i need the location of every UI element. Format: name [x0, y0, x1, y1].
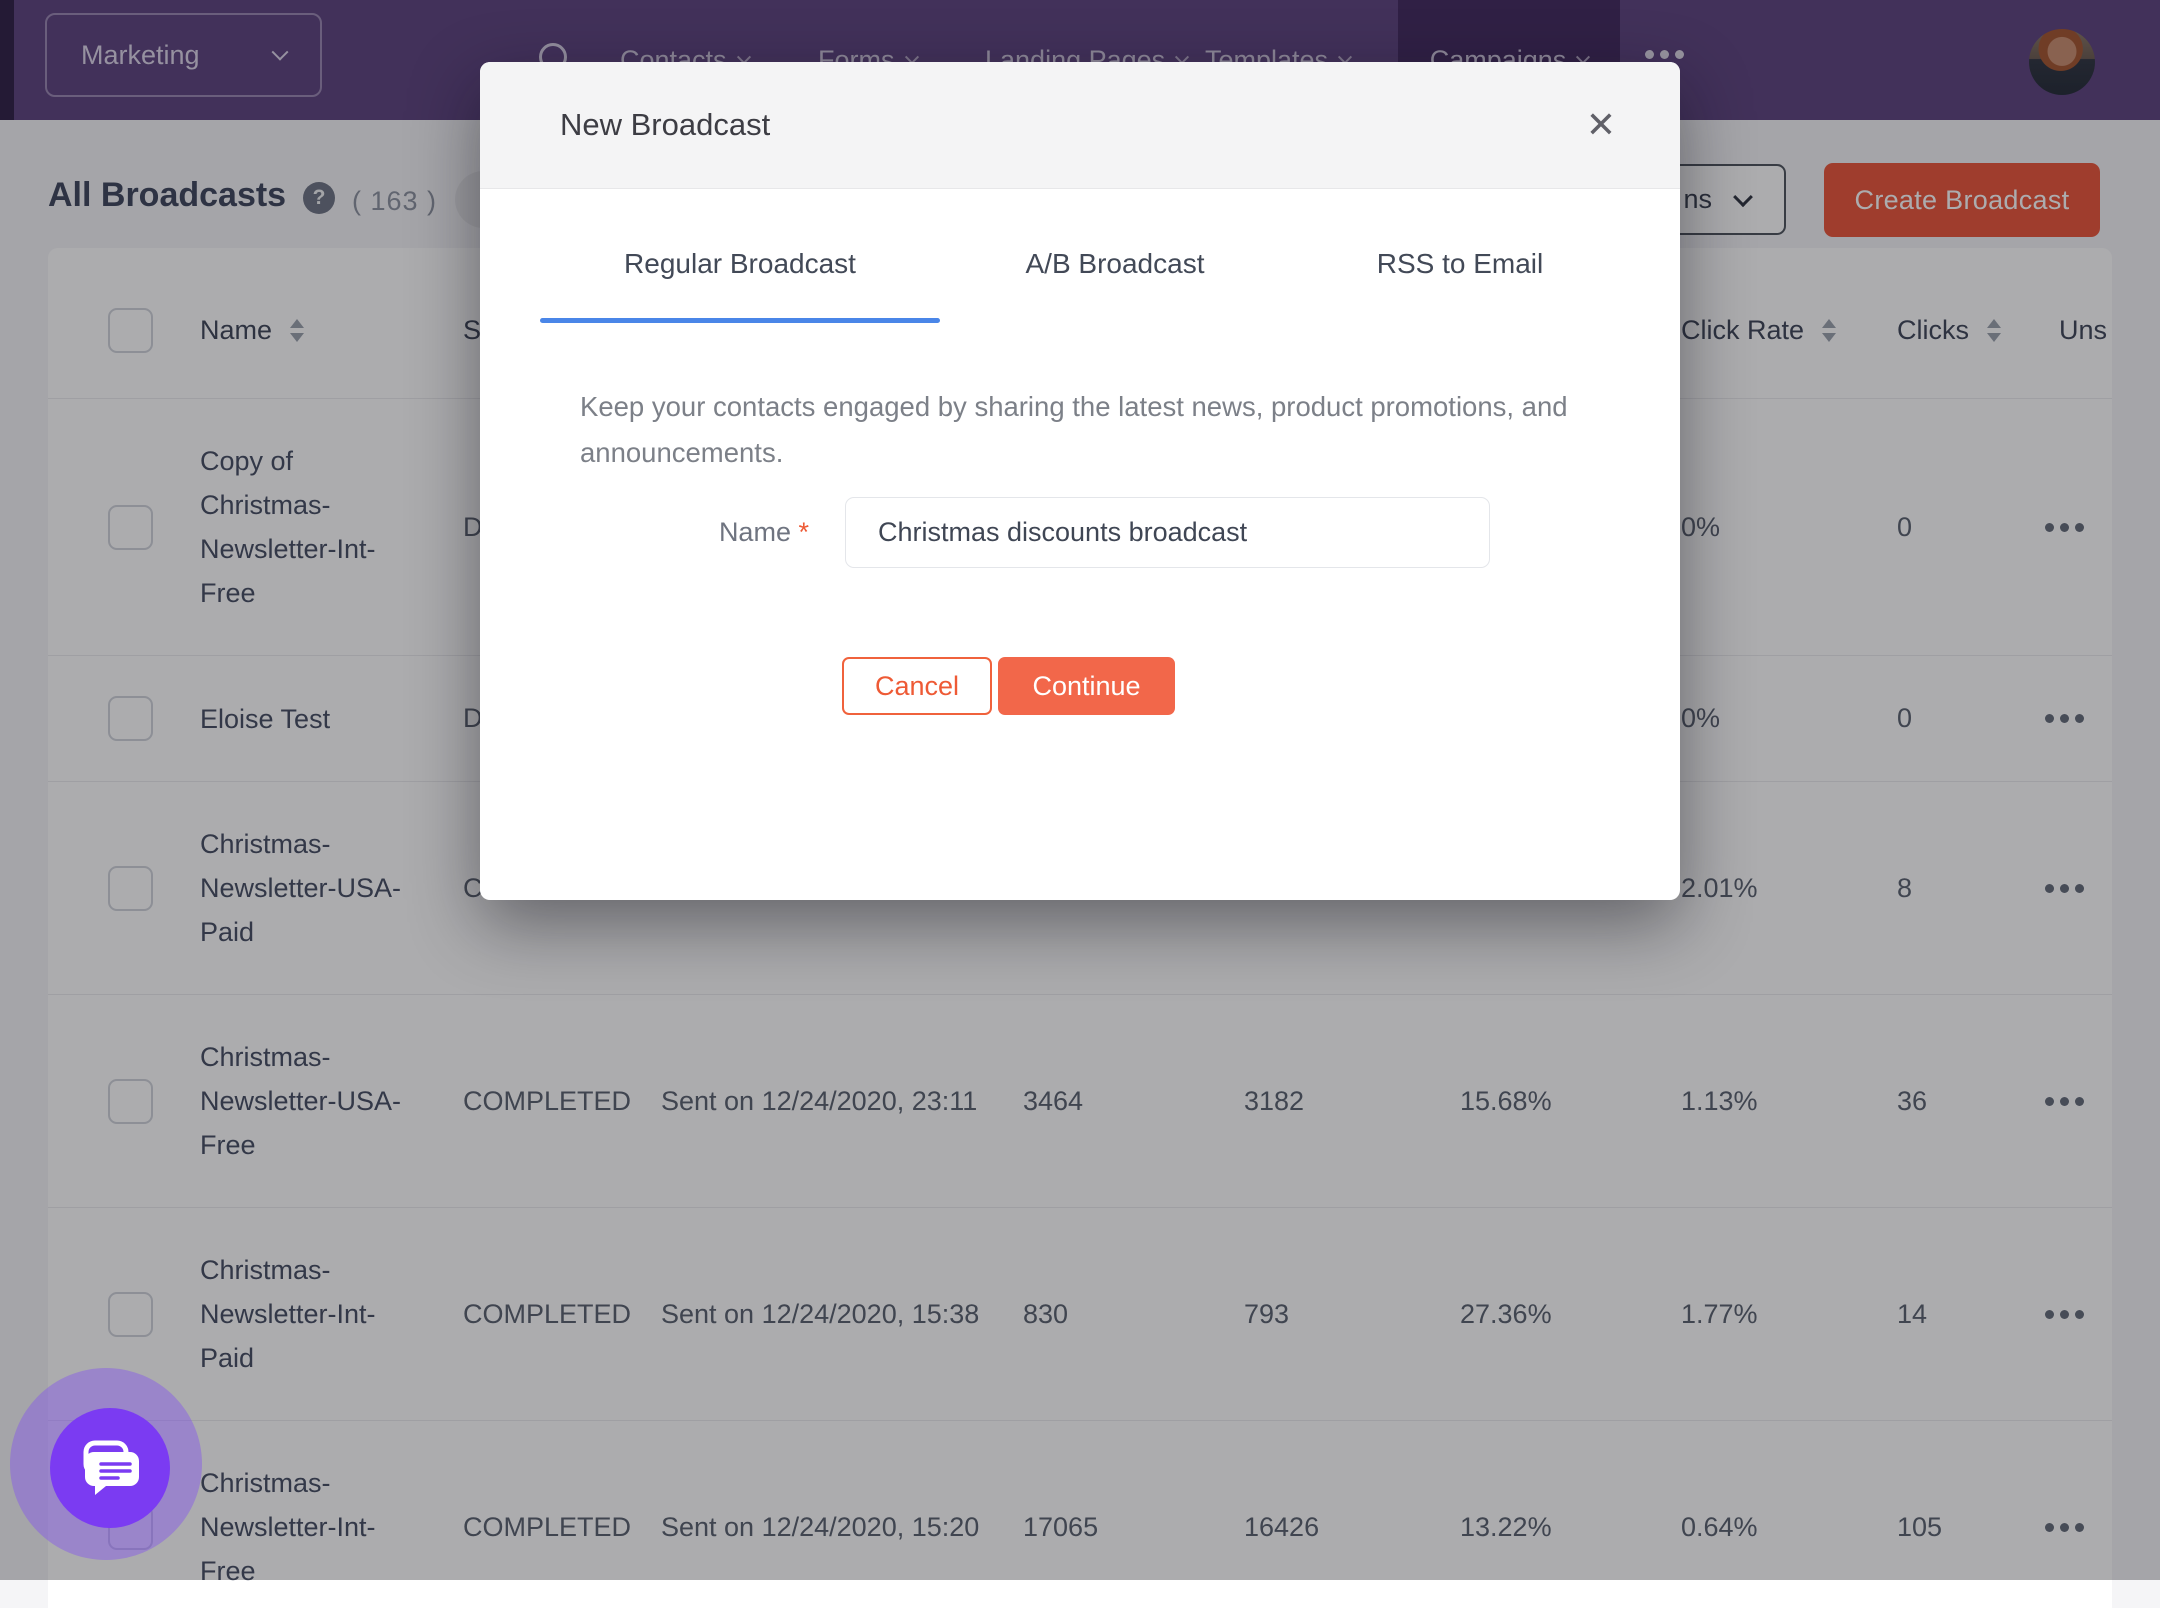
name-field-row: Name *: [515, 497, 1490, 568]
broadcast-type-tabs: Regular Broadcast A/B Broadcast RSS to E…: [540, 236, 1630, 323]
tab-rss-to-email[interactable]: RSS to Email: [1290, 236, 1630, 323]
active-tab-underline: [540, 318, 940, 323]
cancel-button[interactable]: Cancel: [842, 657, 992, 715]
modal-actions: Cancel Continue: [842, 657, 1175, 715]
chat-widget-button[interactable]: [50, 1408, 170, 1528]
required-asterisk: *: [798, 517, 809, 547]
broadcast-name-input[interactable]: [845, 497, 1490, 568]
close-icon[interactable]: ✕: [1574, 98, 1628, 152]
continue-button[interactable]: Continue: [998, 657, 1175, 715]
name-field-label: Name *: [718, 517, 809, 547]
tab-label: Regular Broadcast: [624, 248, 856, 279]
tab-ab-broadcast[interactable]: A/B Broadcast: [940, 236, 1290, 323]
modal-title: New Broadcast: [560, 107, 771, 142]
new-broadcast-modal: New Broadcast ✕ Regular Broadcast A/B Br…: [480, 62, 1680, 900]
tab-regular-broadcast[interactable]: Regular Broadcast: [540, 236, 940, 323]
tab-label: A/B Broadcast: [1025, 248, 1205, 279]
modal-header: New Broadcast ✕: [480, 62, 1680, 189]
tab-label: RSS to Email: [1376, 248, 1544, 279]
chat-bubbles-icon: [83, 1440, 139, 1495]
modal-description: Keep your contacts engaged by sharing th…: [580, 391, 1568, 468]
